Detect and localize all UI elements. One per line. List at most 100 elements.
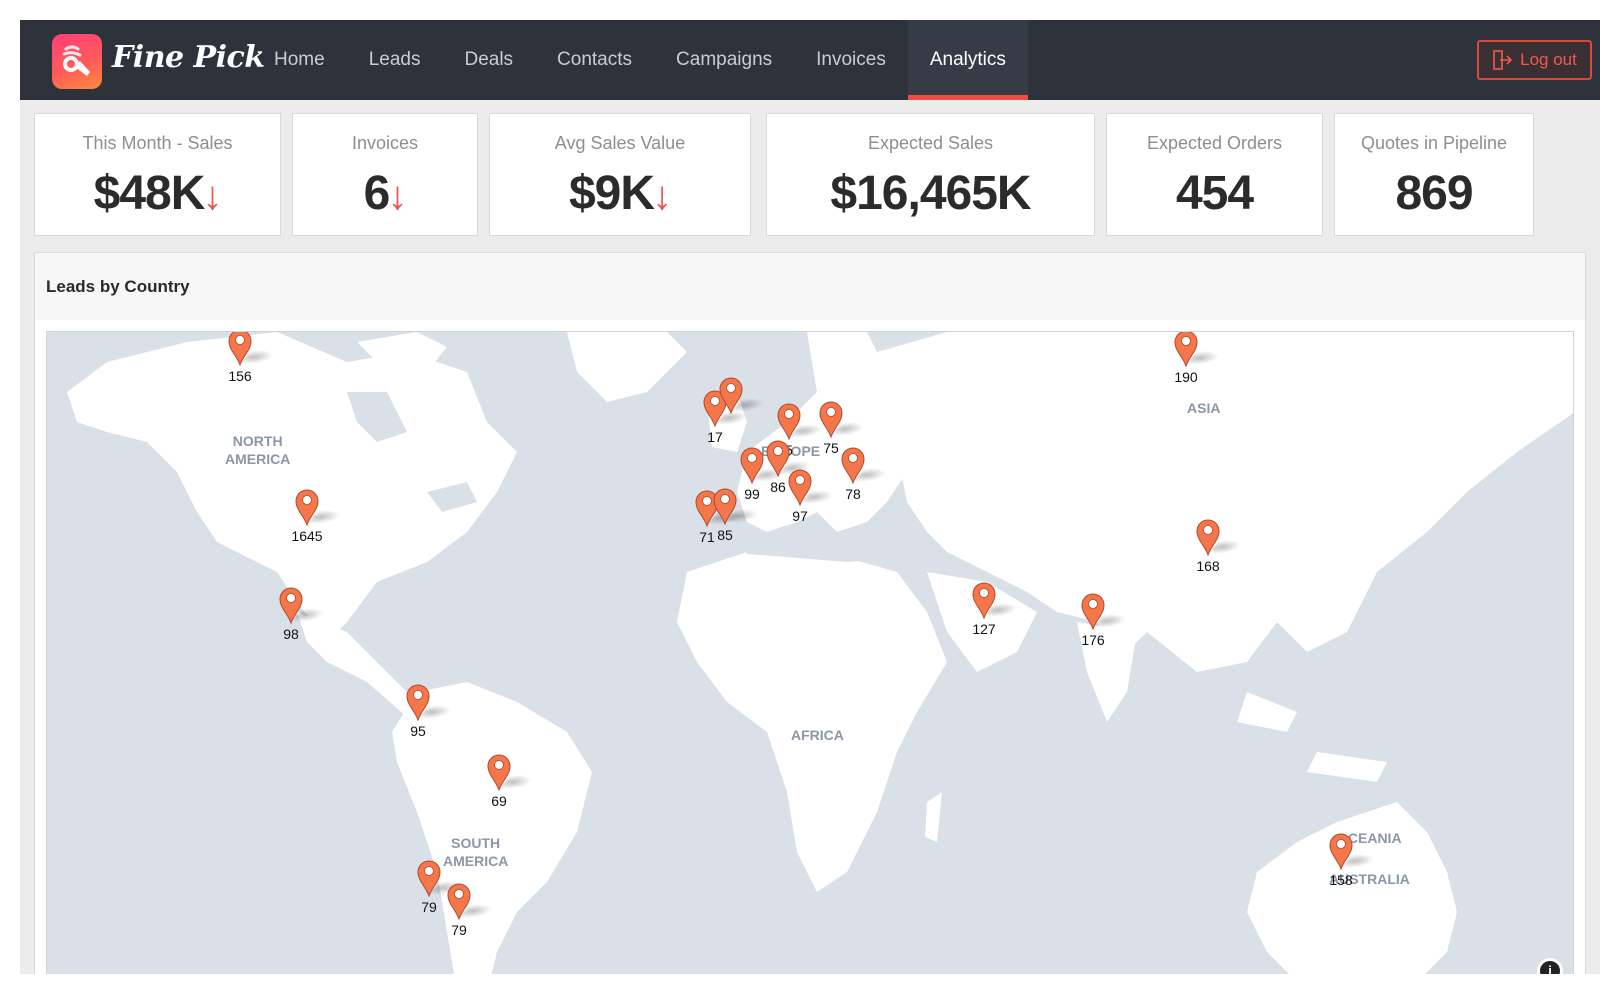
nav-label: Campaigns <box>676 49 773 70</box>
australia-shape <box>1247 802 1457 974</box>
nav-leads[interactable]: Leads <box>347 20 443 100</box>
logout-label: Log out <box>1520 50 1577 69</box>
marker-count-label: 69 <box>491 793 507 809</box>
marker-count-label: 78 <box>845 486 861 502</box>
stat-label: Quotes in Pipeline <box>1360 133 1508 153</box>
marker-count-label: 1645 <box>291 528 323 544</box>
map-marker[interactable] <box>712 487 738 527</box>
stat-number: $9K <box>568 167 655 220</box>
marker-count-label: 127 <box>972 621 996 637</box>
trend-down-icon: ↓ <box>652 174 672 218</box>
map-pin-icon <box>279 587 303 625</box>
region-label-text: NORTH AMERICA <box>225 433 291 467</box>
map-pin-icon <box>1329 833 1353 871</box>
nav-analytics[interactable]: Analytics <box>907 20 1028 100</box>
stat-value: 869 <box>1335 166 1533 221</box>
marker-count-label: 158 <box>1329 872 1353 888</box>
map-pin-icon <box>972 582 996 620</box>
region-label-north-america: NORTH AMERICA <box>225 432 290 468</box>
stat-card-invoices: Invoices 6↓ <box>292 113 478 236</box>
map-marker[interactable] <box>227 332 253 368</box>
map-pin-icon <box>819 401 843 439</box>
nav-deals[interactable]: Deals <box>442 20 535 100</box>
map-marker[interactable] <box>278 586 304 626</box>
ok-hand-icon <box>62 45 90 76</box>
map-marker[interactable] <box>294 488 320 528</box>
stat-label: Avg Sales Value <box>554 133 686 153</box>
map-marker[interactable] <box>446 882 472 922</box>
map-pin-icon <box>295 489 319 527</box>
map-pin-icon <box>487 754 511 792</box>
map-pin-icon <box>417 860 441 898</box>
stat-number: 869 <box>1395 167 1473 220</box>
trend-down-icon: ↓ <box>387 174 407 218</box>
map-marker[interactable] <box>1173 332 1199 369</box>
map-pin-icon <box>228 332 252 367</box>
stat-card-expected-sales: Expected Sales $16,465K <box>766 113 1095 236</box>
map-pin-icon <box>713 488 737 526</box>
marker-count-label: 95 <box>410 723 426 739</box>
logout-button[interactable]: Log out <box>1477 40 1592 80</box>
map-pin-icon <box>777 403 801 441</box>
stat-card-expected-orders: Expected Orders 454 <box>1106 113 1323 236</box>
map-marker[interactable] <box>787 468 813 508</box>
map-marker[interactable] <box>405 683 431 723</box>
stat-card-avg-sales: Avg Sales Value $9K↓ <box>489 113 751 236</box>
marker-count-label: 17 <box>707 429 723 445</box>
top-navbar: Fine Pick Home Leads Deals Contacts Camp… <box>20 20 1600 100</box>
stat-card-quotes-pipeline: Quotes in Pipeline 869 <box>1334 113 1534 236</box>
stat-value: $9K↓ <box>490 166 750 221</box>
stat-label: This Month - Sales <box>82 133 233 153</box>
marker-count-label: 176 <box>1081 632 1105 648</box>
map-marker[interactable] <box>840 446 866 486</box>
map-pin-icon <box>719 377 743 415</box>
marker-count-label: 97 <box>792 508 808 524</box>
stat-number: 6 <box>363 167 391 220</box>
map-pin-icon <box>841 447 865 485</box>
stat-label: Expected Sales <box>867 133 994 153</box>
stat-number: $48K <box>93 167 206 220</box>
marker-count-label: 98 <box>283 626 299 642</box>
map-pin-icon <box>1081 593 1105 631</box>
nav-invoices[interactable]: Invoices <box>794 20 908 100</box>
nav-home[interactable]: Home <box>252 20 347 100</box>
map-marker[interactable] <box>776 402 802 442</box>
africa-shape <box>677 552 947 892</box>
map-marker[interactable] <box>1195 518 1221 558</box>
region-label-text: SOUTH AMERICA <box>443 835 509 869</box>
nav-label: Analytics <box>929 49 1006 70</box>
marker-count-label: 79 <box>451 922 467 938</box>
region-label-south-america: SOUTH AMERICA <box>443 834 508 870</box>
logout-icon <box>1493 50 1513 70</box>
nav-contacts[interactable]: Contacts <box>535 20 654 100</box>
map-marker[interactable] <box>1328 832 1354 872</box>
world-map[interactable]: NORTH AMERICA SOUTH AMERICA EUROPE AFRIC… <box>46 331 1574 974</box>
marker-count-label: 156 <box>228 368 252 384</box>
brand-name: Fine Pick <box>112 40 265 75</box>
map-pin-icon <box>406 684 430 722</box>
region-label-asia: ASIA <box>1187 399 1220 417</box>
region-label-text: AFRICA <box>791 727 844 743</box>
map-marker[interactable] <box>416 859 442 899</box>
stat-value: $48K↓ <box>35 166 280 221</box>
trend-down-icon: ↓ <box>202 174 222 218</box>
map-marker[interactable] <box>818 400 844 440</box>
nav-label: Home <box>274 49 325 70</box>
stat-value: 6↓ <box>293 166 477 221</box>
map-marker[interactable] <box>718 376 744 416</box>
nav-label: Invoices <box>816 49 886 70</box>
map-marker[interactable] <box>1080 592 1106 632</box>
panel-title: Leads by Country <box>35 253 1585 320</box>
map-marker[interactable] <box>486 753 512 793</box>
map-pin-icon <box>788 469 812 507</box>
leads-by-country-panel: Leads by Country NORTH AMERICA SOUTH AME… <box>34 252 1586 974</box>
main-nav: Home Leads Deals Contacts Campaigns Invo… <box>252 20 1028 100</box>
app-window: Fine Pick Home Leads Deals Contacts Camp… <box>20 20 1600 974</box>
map-marker[interactable] <box>971 581 997 621</box>
map-pin-icon <box>1196 519 1220 557</box>
marker-count-label: 190 <box>1174 369 1198 385</box>
nav-campaigns[interactable]: Campaigns <box>654 20 794 100</box>
marker-count-label: 168 <box>1196 558 1220 574</box>
logo[interactable] <box>52 34 102 89</box>
greenland-shape <box>567 332 687 402</box>
